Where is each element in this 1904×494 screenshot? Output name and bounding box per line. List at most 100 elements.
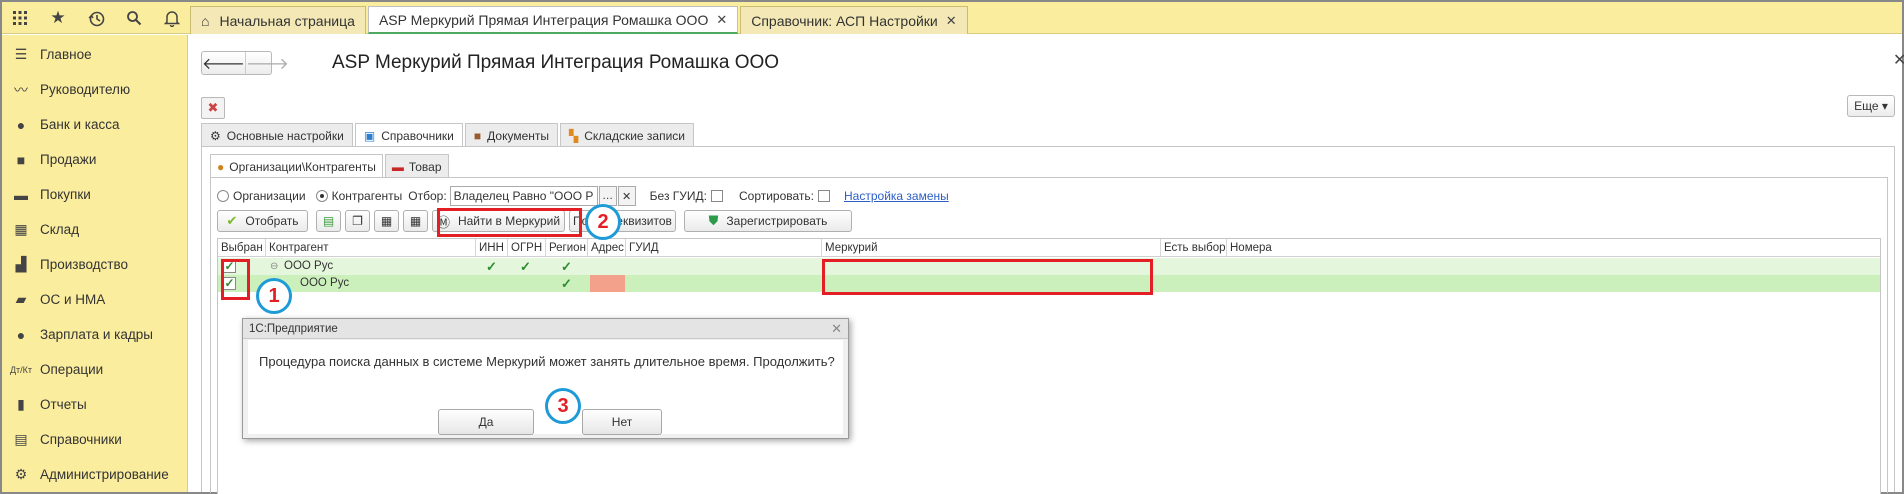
bell-icon[interactable] bbox=[154, 2, 190, 34]
shopping-bag-icon: ■ bbox=[16, 151, 26, 168]
tools-icon[interactable]: ✖ bbox=[201, 97, 225, 119]
radio-organizations[interactable] bbox=[217, 190, 229, 202]
toolbar-icon-button-3[interactable]: ▦ bbox=[374, 210, 399, 232]
ruble-coin-icon: ● bbox=[16, 116, 26, 133]
column-header[interactable]: Меркурий bbox=[822, 239, 1161, 257]
cart-icon: ▬ bbox=[391, 159, 404, 174]
annotation-marker-1: 1 bbox=[256, 278, 292, 314]
tab-documents[interactable]: ■ Документы bbox=[464, 123, 558, 147]
region-check-icon: ✓ bbox=[561, 276, 572, 291]
table-icon: ▦ bbox=[380, 214, 393, 228]
table-alt-icon: ▦ bbox=[409, 214, 422, 228]
close-icon[interactable]: ✕ bbox=[716, 12, 727, 28]
column-header[interactable]: Есть выбор bbox=[1161, 239, 1227, 257]
window-tabs: ⌂ Начальная страница ASP Меркурий Прямая… bbox=[190, 6, 970, 34]
sidebar-item-catalogs[interactable]: ▤ Справочники bbox=[2, 422, 188, 457]
replace-settings-link[interactable]: Настройка замены bbox=[844, 189, 949, 203]
shield-icon: ⛊ bbox=[708, 213, 719, 228]
copy-icon: ❐ bbox=[352, 214, 363, 228]
person-icon: ● bbox=[16, 326, 26, 343]
selection-field[interactable]: Владелец Равно "ООО Р bbox=[449, 186, 598, 206]
history-icon[interactable] bbox=[78, 2, 114, 34]
region-check-icon: ✓ bbox=[561, 259, 572, 274]
column-header[interactable]: Регион bbox=[546, 239, 588, 257]
form-tabs: ⚙ Основные настройки ▣ Справочники ■ Докуме… bbox=[201, 123, 696, 147]
tab-goods[interactable]: ▬ Товар bbox=[384, 154, 449, 178]
column-header[interactable]: Контрагент bbox=[266, 239, 476, 257]
inn-check-icon: ✓ bbox=[486, 259, 497, 274]
ogrn-check-icon: ✓ bbox=[520, 259, 531, 274]
sidebar-item-operations[interactable]: Дт/Кт Операции bbox=[2, 352, 188, 387]
sidebar-item-director[interactable]: 〰 Руководителю bbox=[2, 72, 188, 107]
sidebar-item-warehouse[interactable]: ▦ Склад bbox=[2, 212, 188, 247]
clear-selection-icon[interactable]: ✕ bbox=[617, 186, 636, 206]
dialog-title-bar: 1С:Предприятие ✕ bbox=[243, 319, 848, 339]
close-icon[interactable]: ✕ bbox=[946, 13, 957, 29]
tab-home[interactable]: ⌂ Начальная страница bbox=[190, 6, 366, 34]
toolbar-icon-button-1[interactable]: ▤ bbox=[316, 210, 341, 232]
books-icon: ▤ bbox=[14, 431, 28, 447]
contractor-name: ООО Рус bbox=[284, 260, 334, 272]
sidebar-item-reports[interactable]: ▮ Отчеты bbox=[2, 387, 188, 422]
factory-icon: ▟ bbox=[15, 256, 27, 272]
close-window-icon[interactable]: ✕ bbox=[1893, 50, 1904, 70]
column-header[interactable]: ГУИД bbox=[626, 239, 822, 257]
tab-main-settings[interactable]: ⚙ Основные настройки bbox=[201, 123, 353, 147]
gear-icon: ⚙ bbox=[14, 466, 28, 482]
search-icon[interactable] bbox=[116, 2, 152, 34]
sort-checkbox[interactable] bbox=[818, 190, 831, 202]
sub-tabs: ● Организации\Контрагенты ▬ Товар bbox=[210, 154, 451, 178]
trend-icon: 〰 bbox=[14, 81, 28, 98]
table-header: Выбран Контрагент ИНН ОГРН Регион Адрес … bbox=[218, 239, 1880, 257]
sidebar-item-production[interactable]: ▟ Производство bbox=[2, 247, 188, 282]
people-icon: ● bbox=[217, 159, 225, 174]
collapse-icon[interactable]: ⊖ bbox=[270, 258, 278, 275]
more-button[interactable]: Еще ▾ bbox=[1847, 95, 1895, 117]
catalog-icon: ▣ bbox=[363, 128, 376, 143]
sidebar: ☰ Главное 〰 Руководителю ● Банк и касса ■ Пр… bbox=[2, 35, 188, 492]
cart-icon: ▬ bbox=[14, 186, 28, 203]
column-header[interactable]: ОГРН bbox=[508, 239, 546, 257]
star-icon[interactable]: ★ bbox=[40, 2, 76, 34]
tab-mercury-integration[interactable]: ASP Меркурий Прямая Интеграция Ромашка О… bbox=[367, 6, 739, 34]
column-header[interactable]: Адрес bbox=[588, 239, 626, 257]
page-title: ASP Меркурий Прямая Интеграция Ромашка О… bbox=[332, 52, 780, 73]
close-icon[interactable]: ✕ bbox=[831, 319, 842, 339]
sidebar-item-admin[interactable]: ⚙ Администрирование bbox=[2, 457, 188, 492]
column-header[interactable]: Номера bbox=[1227, 239, 1880, 257]
dialog-body: Процедура поиска данных в системе Меркур… bbox=[248, 340, 843, 435]
radio-contractors[interactable] bbox=[315, 190, 328, 202]
column-header[interactable]: Выбран bbox=[218, 239, 266, 257]
money-icon: ▤ bbox=[322, 214, 335, 228]
confirm-dialog: 1С:Предприятие ✕ Процедура поиска данных… bbox=[242, 318, 849, 439]
annotation-marker-2: 2 bbox=[585, 204, 621, 240]
tab-warehouse-records[interactable]: ▚ Складские записи bbox=[560, 123, 695, 147]
blocks-icon: ▚ bbox=[569, 128, 579, 143]
sidebar-item-bank[interactable]: ● Банк и касса bbox=[2, 107, 188, 142]
sidebar-item-assets[interactable]: ▰ ОС и НМА bbox=[2, 282, 188, 317]
back-arrow-icon[interactable]: 🡐 bbox=[202, 52, 245, 74]
tab-asp-settings[interactable]: Справочник: АСП Настройки ✕ bbox=[740, 6, 968, 34]
tab-organizations-contractors[interactable]: ● Организации\Контрагенты bbox=[210, 154, 383, 178]
sidebar-item-sales[interactable]: ■ Продажи bbox=[2, 142, 188, 177]
select-more-button[interactable]: … bbox=[598, 186, 617, 206]
column-header[interactable]: ИНН bbox=[476, 239, 508, 257]
forward-arrow-icon[interactable]: 🡒 bbox=[244, 52, 289, 74]
sidebar-item-payroll[interactable]: ● Зарплата и кадры bbox=[2, 317, 188, 352]
register-button[interactable]: ⛊ Зарегистрировать bbox=[684, 210, 852, 232]
sidebar-item-purchases[interactable]: ▬ Покупки bbox=[2, 177, 188, 212]
no-button[interactable]: Нет bbox=[582, 409, 662, 435]
no-guid-checkbox[interactable] bbox=[710, 190, 723, 202]
toolbar-icon-button-2[interactable]: ❐ bbox=[345, 210, 370, 232]
annotation-box-selected bbox=[221, 259, 250, 300]
toolbar-icon-button-4[interactable]: ▦ bbox=[403, 210, 428, 232]
warehouse-grid-icon: ▦ bbox=[14, 221, 28, 237]
annotation-marker-3: 3 bbox=[545, 388, 581, 424]
select-button[interactable]: ✔ Отобрать bbox=[217, 210, 308, 232]
yes-button[interactable]: Да bbox=[438, 409, 534, 435]
tab-catalogs[interactable]: ▣ Справочники bbox=[354, 123, 463, 147]
apps-grid-icon[interactable] bbox=[2, 2, 38, 34]
history-nav: 🡐 🡒 bbox=[201, 51, 289, 75]
filter-row: Организации Контрагенты Отбор: Владелец … bbox=[217, 186, 949, 206]
sidebar-item-main[interactable]: ☰ Главное bbox=[2, 37, 188, 72]
